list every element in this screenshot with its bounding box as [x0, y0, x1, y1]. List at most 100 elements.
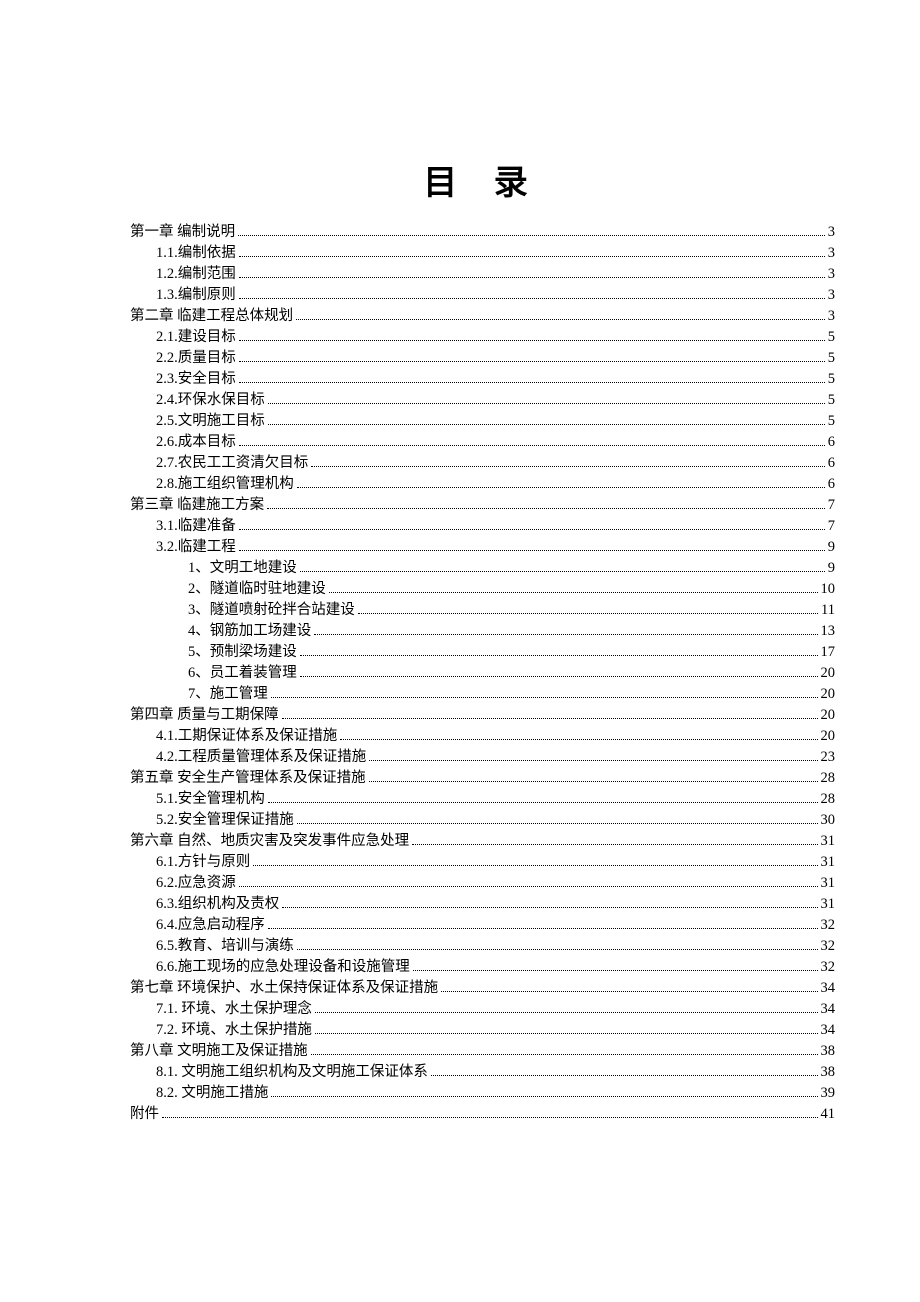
toc-entry: 2.2.质量目标 5 — [130, 348, 835, 369]
toc-page-number: 20 — [821, 726, 836, 747]
toc-page-number: 32 — [821, 957, 836, 978]
toc-label: 第七章 环境保护、水土保持保证体系及保证措施 — [130, 978, 438, 999]
toc-page-number: 38 — [821, 1062, 836, 1083]
toc-entry: 第二章 临建工程总体规划3 — [130, 306, 835, 327]
toc-label: 5.2.安全管理保证措施 — [156, 810, 294, 831]
toc-label: 2.3.安全目标 — [156, 369, 236, 390]
toc-label: 2.4.环保水保目标 — [156, 390, 265, 411]
toc-entry: 1.2.编制范围3 — [130, 264, 835, 285]
document-title: 目 录 — [130, 155, 835, 204]
toc-entry: 1.1.编制依据3 — [130, 243, 835, 264]
toc-label: 6.4.应急启动程序 — [156, 915, 265, 936]
toc-label: 3.2.临建工程 — [156, 537, 236, 558]
toc-page-number: 31 — [821, 894, 836, 915]
toc-page-number: 3 — [828, 243, 835, 264]
toc-page-number: 6 — [828, 432, 835, 453]
toc-entry: 2.8.施工组织管理机构6 — [130, 474, 835, 495]
toc-entry: 6.2.应急资源31 — [130, 873, 835, 894]
toc-leader-dots — [431, 1075, 818, 1076]
toc-leader-dots — [239, 256, 825, 257]
toc-label: 7.1. 环境、水土保护理念 — [156, 999, 312, 1020]
toc-entry: 2.4.环保水保目标5 — [130, 390, 835, 411]
toc-page-number: 5 — [828, 327, 835, 348]
toc-entry: 2.1.建设目标5 — [130, 327, 835, 348]
toc-page-number: 9 — [828, 558, 835, 579]
toc-label: 2.5.文明施工目标 — [156, 411, 265, 432]
toc-entry: 第八章 文明施工及保证措施38 — [130, 1041, 835, 1062]
toc-leader-dots — [329, 592, 818, 593]
toc-page-number: 41 — [821, 1104, 836, 1125]
toc-label: 4.1.工期保证体系及保证措施 — [156, 726, 337, 747]
toc-page-number: 28 — [821, 768, 836, 789]
toc-page-number: 3 — [828, 285, 835, 306]
toc-page-number: 31 — [821, 831, 836, 852]
toc-leader-dots — [315, 1033, 818, 1034]
toc-label: 3.1.临建准备 — [156, 516, 236, 537]
toc-leader-dots — [268, 928, 818, 929]
toc-leader-dots — [314, 634, 817, 635]
toc-leader-dots — [239, 277, 825, 278]
toc-label: 6.1.方针与原则 — [156, 852, 250, 873]
toc-leader-dots — [297, 949, 818, 950]
toc-page-number: 32 — [821, 915, 836, 936]
toc-leader-dots — [238, 235, 825, 236]
toc-page-number: 5 — [828, 411, 835, 432]
toc-leader-dots — [239, 886, 818, 887]
toc-entry: 6.3.组织机构及责权31 — [130, 894, 835, 915]
toc-entry: 3.1.临建准备 7 — [130, 516, 835, 537]
toc-label: 7.2. 环境、水土保护措施 — [156, 1020, 312, 1041]
toc-leader-dots — [282, 718, 818, 719]
toc-leader-dots — [162, 1117, 818, 1118]
toc-label: 1.2.编制范围 — [156, 264, 236, 285]
toc-entry: 1、文明工地建设9 — [130, 558, 835, 579]
toc-label: 2、隧道临时驻地建设 — [188, 579, 326, 600]
toc-entry: 6.6.施工现场的应急处理设备和设施管理 32 — [130, 957, 835, 978]
toc-leader-dots — [297, 823, 818, 824]
toc-page-number: 17 — [821, 642, 836, 663]
toc-leader-dots — [300, 571, 825, 572]
toc-entry: 6.4.应急启动程序 32 — [130, 915, 835, 936]
toc-label: 1.3.编制原则 — [156, 285, 236, 306]
toc-entry: 4.2.工程质量管理体系及保证措施23 — [130, 747, 835, 768]
toc-leader-dots — [297, 487, 825, 488]
toc-page-number: 34 — [821, 1020, 836, 1041]
toc-leader-dots — [358, 613, 818, 614]
toc-page-number: 9 — [828, 537, 835, 558]
toc-page-number: 10 — [821, 579, 836, 600]
toc-page-number: 3 — [828, 222, 835, 243]
toc-page-number: 11 — [821, 600, 835, 621]
toc-page-number: 28 — [821, 789, 836, 810]
table-of-contents: 第一章 编制说明31.1.编制依据31.2.编制范围31.3.编制原则3第二章 … — [130, 222, 835, 1125]
toc-entry: 2.5.文明施工目标 5 — [130, 411, 835, 432]
toc-label: 4、钢筋加工场建设 — [188, 621, 311, 642]
toc-page-number: 23 — [821, 747, 836, 768]
toc-leader-dots — [239, 361, 825, 362]
toc-entry: 第四章 质量与工期保障20 — [130, 705, 835, 726]
toc-label: 6.6.施工现场的应急处理设备和设施管理 — [156, 957, 410, 978]
toc-label: 6、员工着装管理 — [188, 663, 297, 684]
toc-page-number: 20 — [821, 663, 836, 684]
toc-entry: 8.2. 文明施工措施39 — [130, 1083, 835, 1104]
toc-page-number: 34 — [821, 978, 836, 999]
toc-leader-dots — [239, 445, 825, 446]
toc-leader-dots — [296, 319, 825, 320]
toc-page-number: 34 — [821, 999, 836, 1020]
toc-leader-dots — [441, 991, 817, 992]
toc-page-number: 31 — [821, 873, 836, 894]
toc-label: 7、施工管理 — [188, 684, 268, 705]
toc-leader-dots — [369, 781, 818, 782]
toc-page-number: 7 — [828, 516, 835, 537]
toc-entry: 2.7.农民工工资清欠目标6 — [130, 453, 835, 474]
toc-leader-dots — [268, 403, 825, 404]
toc-leader-dots — [311, 1054, 818, 1055]
toc-page-number: 38 — [821, 1041, 836, 1062]
toc-label: 2.2.质量目标 — [156, 348, 236, 369]
toc-entry: 第一章 编制说明3 — [130, 222, 835, 243]
toc-leader-dots — [282, 907, 817, 908]
toc-entry: 6.1.方针与原则31 — [130, 852, 835, 873]
toc-page-number: 5 — [828, 348, 835, 369]
toc-entry: 2、隧道临时驻地建设 10 — [130, 579, 835, 600]
toc-entry: 8.1. 文明施工组织机构及文明施工保证体系38 — [130, 1062, 835, 1083]
toc-page-number: 6 — [828, 474, 835, 495]
toc-entry: 4、钢筋加工场建设13 — [130, 621, 835, 642]
